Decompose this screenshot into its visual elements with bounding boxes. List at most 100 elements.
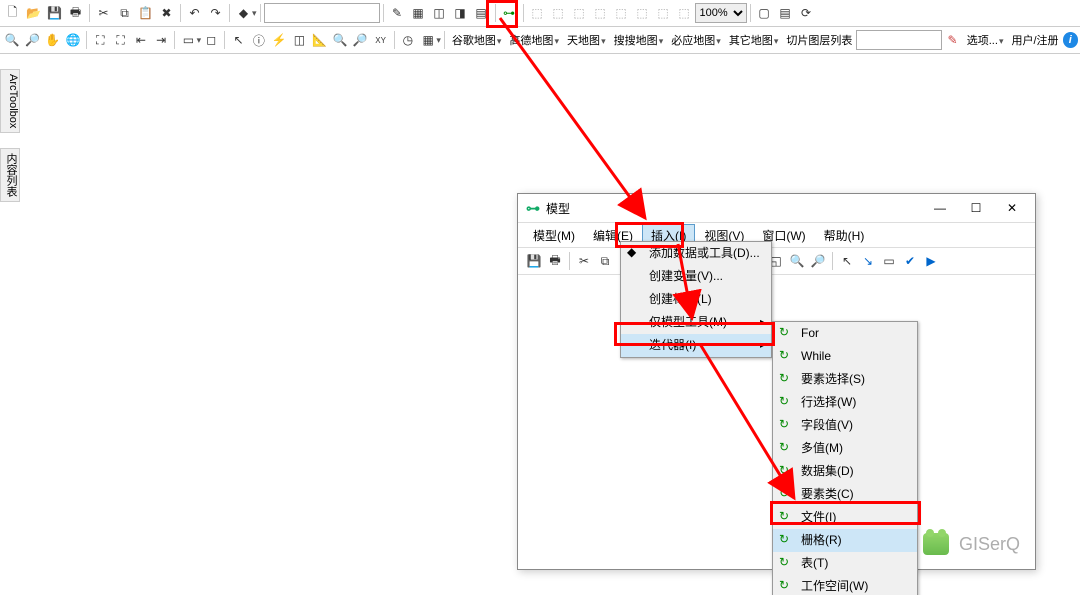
main-toolbar-2: 🔍 🔎 ✋ 🌐 ⛶ ⛶ ⇤ ⇥ ▭▾ ◻ ↖ ⓘ ⚡ ◫ 📐 🔍 🔎 XY ◷ …: [0, 27, 1080, 54]
iter-feature-selection[interactable]: ↻要素选择(S): [773, 368, 917, 391]
d-zoom-in-icon[interactable]: 🔍: [787, 251, 807, 271]
arctoolbox-tab[interactable]: ArcToolbox: [0, 69, 20, 133]
d-cut-icon[interactable]: ✂: [574, 251, 594, 271]
maximize-button[interactable]: ☐: [961, 196, 991, 220]
editor-toolbar-icon[interactable]: ✎: [387, 3, 408, 24]
catalog-icon[interactable]: ◫: [429, 3, 450, 24]
map-google[interactable]: 谷歌地图 ▾: [448, 32, 506, 48]
data-view-icon[interactable]: ▢: [754, 3, 775, 24]
select-features-icon[interactable]: ▭: [178, 30, 198, 51]
save-icon[interactable]: 💾: [44, 3, 65, 24]
menu-model[interactable]: 模型(M): [524, 224, 584, 247]
scale-input[interactable]: [264, 3, 380, 23]
new-icon[interactable]: 🗋: [2, 3, 23, 24]
g3-icon[interactable]: ⬚: [569, 3, 590, 24]
highlight-box: [486, 0, 518, 28]
d-run-icon[interactable]: ▶: [921, 251, 941, 271]
menu-create-label[interactable]: 创建标注(L): [621, 288, 771, 311]
toolbox-window-icon[interactable]: ▦: [408, 3, 429, 24]
g5-icon[interactable]: ⬚: [611, 3, 632, 24]
menu-help[interactable]: 帮助(H): [815, 224, 874, 247]
zoom-in-icon[interactable]: 🔍: [2, 30, 22, 51]
g2-icon[interactable]: ⬚: [548, 3, 569, 24]
d-print-icon[interactable]: 🖶: [545, 251, 565, 271]
dialog-titlebar: ⊶ 模型 — ☐ ✕: [518, 194, 1035, 223]
find-icon[interactable]: 🔍: [330, 30, 350, 51]
iterator-submenu: ↻For ↻While ↻要素选择(S) ↻行选择(W) ↻字段值(V) ↻多值…: [772, 321, 918, 595]
find-route-icon[interactable]: 🔎: [350, 30, 370, 51]
dialog-menubar: 模型(M) 编辑(E) 插入(I) 视图(V) 窗口(W) 帮助(H): [518, 223, 1035, 248]
d-zoom-out-icon[interactable]: 🔎: [808, 251, 828, 271]
add-data-icon[interactable]: ◆: [233, 3, 254, 24]
wechat-icon: [923, 533, 949, 555]
d-select-icon[interactable]: ▭: [879, 251, 899, 271]
iter-while[interactable]: ↻While: [773, 345, 917, 368]
full-extent-icon[interactable]: 🌐: [63, 30, 83, 51]
tile-layer-list[interactable]: 切片图层列表: [782, 32, 856, 48]
map-other[interactable]: 其它地图 ▾: [725, 32, 783, 48]
undo-icon[interactable]: ↶: [184, 3, 205, 24]
d-connect-icon[interactable]: ↘: [858, 251, 878, 271]
fixed-zoom-out-icon[interactable]: ⛶: [110, 30, 130, 51]
info-icon[interactable]: i: [1063, 32, 1078, 48]
menu-create-var[interactable]: 创建变量(V)...: [621, 265, 771, 288]
redo-icon[interactable]: ↷: [205, 3, 226, 24]
options-link[interactable]: 选项... ▾: [963, 32, 1008, 48]
copy-icon[interactable]: ⧉: [114, 3, 135, 24]
g8-icon[interactable]: ⬚: [674, 3, 695, 24]
prev-extent-icon[interactable]: ⇤: [131, 30, 151, 51]
map-bing[interactable]: 必应地图 ▾: [667, 32, 725, 48]
create-viewer-icon[interactable]: ▦: [418, 30, 438, 51]
measure-icon[interactable]: 📐: [310, 30, 330, 51]
minimize-button[interactable]: —: [925, 196, 955, 220]
close-button[interactable]: ✕: [997, 196, 1027, 220]
identify-icon[interactable]: ⓘ: [249, 30, 269, 51]
highlight-box: [770, 501, 921, 525]
cut-icon[interactable]: ✂: [93, 3, 114, 24]
time-slider-icon[interactable]: ◷: [398, 30, 418, 51]
content-list-tab[interactable]: 内容列表: [0, 148, 20, 202]
layer-input[interactable]: [856, 30, 942, 50]
paste-icon[interactable]: 📋: [135, 3, 156, 24]
iter-workspace[interactable]: ↻工作空间(W): [773, 575, 917, 595]
html-popup-icon[interactable]: ◫: [289, 30, 309, 51]
clear-selection-icon[interactable]: ◻: [201, 30, 221, 51]
iter-table[interactable]: ↻表(T): [773, 552, 917, 575]
g6-icon[interactable]: ⬚: [632, 3, 653, 24]
search-window-icon[interactable]: ◨: [450, 3, 471, 24]
g1-icon[interactable]: ⬚: [527, 3, 548, 24]
d-pointer-icon[interactable]: ↖: [837, 251, 857, 271]
d-copy-icon[interactable]: ⧉: [595, 251, 615, 271]
iter-row-selection[interactable]: ↻行选择(W): [773, 391, 917, 414]
hyperlink-icon[interactable]: ⚡: [269, 30, 289, 51]
d-save-icon[interactable]: 💾: [524, 251, 544, 271]
layout-view-icon[interactable]: ▤: [775, 3, 796, 24]
d-validate-icon[interactable]: ✔: [900, 251, 920, 271]
refresh-view-icon[interactable]: ⟳: [796, 3, 817, 24]
pointer-icon[interactable]: ↖: [228, 30, 248, 51]
zoom-select[interactable]: 100%: [695, 3, 747, 23]
goto-xy-icon[interactable]: XY: [370, 30, 390, 51]
iter-multivalue[interactable]: ↻多值(M): [773, 437, 917, 460]
g7-icon[interactable]: ⬚: [653, 3, 674, 24]
iter-dataset[interactable]: ↻数据集(D): [773, 460, 917, 483]
fixed-zoom-in-icon[interactable]: ⛶: [90, 30, 110, 51]
watermark: GISerQ: [923, 533, 1020, 555]
g4-icon[interactable]: ⬚: [590, 3, 611, 24]
layer-tool-icon[interactable]: ✎: [942, 30, 962, 51]
iter-for[interactable]: ↻For: [773, 322, 917, 345]
pan-icon[interactable]: ✋: [43, 30, 63, 51]
dialog-toolbar: 💾 🖶 ✂ ⧉ 📋 ✖ ↶ ↷ ◆ ▦ ◱ 🔍 🔎 ↖ ↘ ▭ ✔ ▶: [518, 248, 1035, 275]
print-icon[interactable]: 🖶: [65, 3, 86, 24]
zoom-out-icon[interactable]: 🔎: [22, 30, 42, 51]
highlight-box: [615, 222, 684, 248]
delete-icon[interactable]: ✖: [156, 3, 177, 24]
iter-raster[interactable]: ↻栅格(R): [773, 529, 917, 552]
map-soso[interactable]: 搜搜地图 ▾: [610, 32, 668, 48]
user-register-link[interactable]: 用户/注册: [1007, 32, 1062, 48]
map-gaode[interactable]: 高德地图 ▾: [505, 32, 563, 48]
open-icon[interactable]: 📂: [23, 3, 44, 24]
map-tianditu[interactable]: 天地图 ▾: [563, 32, 610, 48]
next-extent-icon[interactable]: ⇥: [151, 30, 171, 51]
iter-field-value[interactable]: ↻字段值(V): [773, 414, 917, 437]
